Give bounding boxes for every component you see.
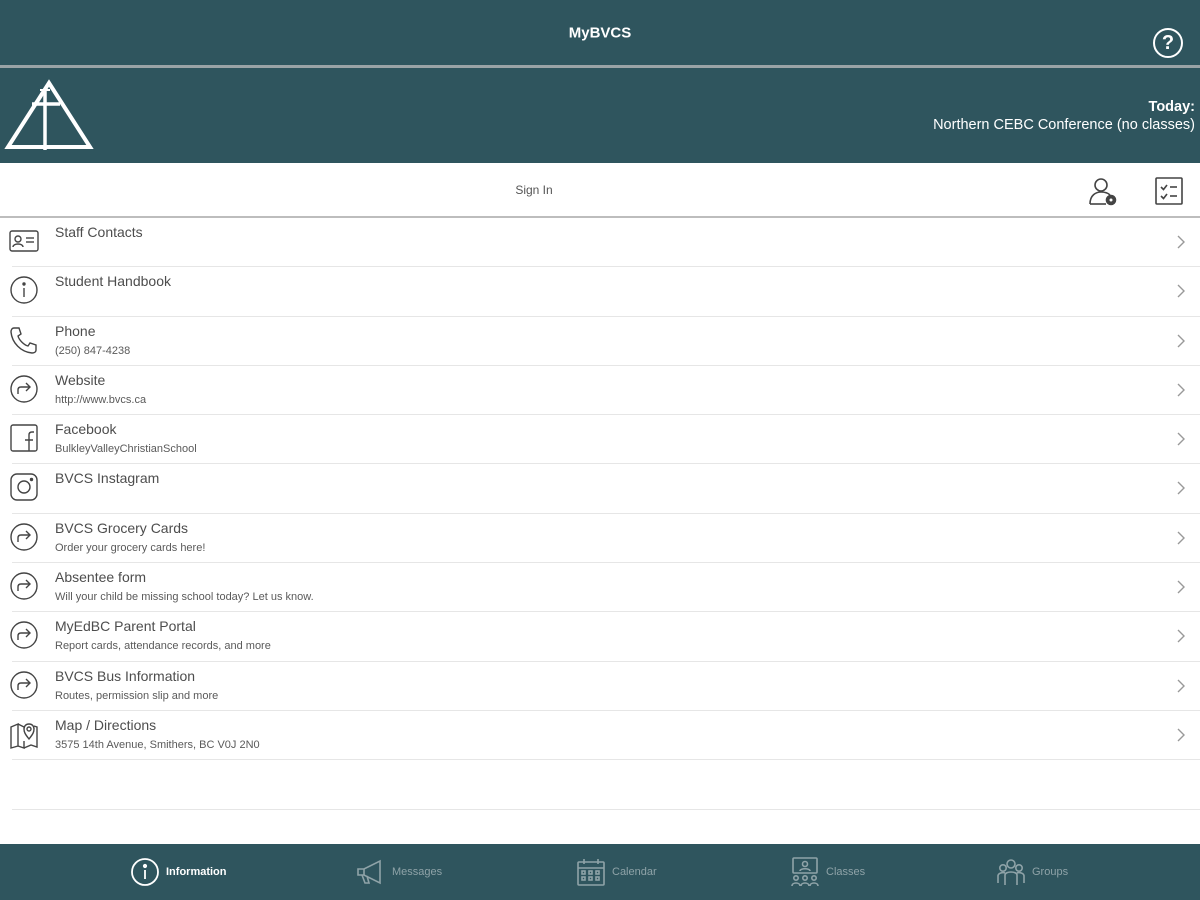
- classes-icon: [791, 857, 819, 887]
- chevron-right-icon: [1177, 629, 1185, 643]
- item-subtitle: (250) 847-4238: [55, 344, 131, 357]
- tab-groups[interactable]: Groups: [996, 844, 1068, 900]
- tab-information[interactable]: Information: [130, 844, 227, 900]
- chevron-right-icon: [1177, 235, 1185, 249]
- item-title: Student Handbook: [55, 273, 171, 290]
- item-title: Facebook: [55, 421, 117, 438]
- instagram-icon: [10, 473, 38, 502]
- chevron-right-icon: [1177, 580, 1185, 594]
- list-item-bus-information[interactable]: BVCS Bus Information Routes, permission …: [10, 662, 1200, 711]
- share-arrow-icon: [10, 670, 38, 699]
- info-circle-icon: [10, 276, 38, 304]
- sign-in-button[interactable]: Sign In: [0, 183, 1068, 197]
- empty-row: [12, 760, 1200, 810]
- today-info: Today: Northern CEBC Conference (no clas…: [933, 98, 1195, 134]
- list-item-facebook[interactable]: Facebook BulkleyValleyChristianSchool: [10, 415, 1200, 465]
- item-title: BVCS Grocery Cards: [55, 519, 189, 536]
- list-item-staff-contacts[interactable]: Staff Contacts: [9, 218, 1200, 268]
- tab-label: Groups: [1032, 866, 1069, 878]
- item-subtitle: Order your grocery cards here!: [55, 541, 206, 554]
- megaphone-icon: [357, 859, 381, 885]
- chevron-right-icon: [1177, 728, 1185, 742]
- list-item-website[interactable]: Website http://www.bvcs.ca: [10, 366, 1200, 416]
- tab-label: Information: [166, 866, 227, 878]
- share-arrow-icon: [10, 621, 38, 650]
- chevron-right-icon: [1177, 531, 1185, 545]
- list-item-grocery-cards[interactable]: BVCS Grocery Cards Order your grocery ca…: [10, 514, 1200, 564]
- list-item-student-handbook[interactable]: Student Handbook: [10, 267, 1200, 317]
- user-settings-icon[interactable]: [1087, 175, 1119, 207]
- chevron-right-icon: [1177, 284, 1185, 298]
- groups-icon: [997, 859, 1025, 885]
- chevron-right-icon: [1177, 432, 1185, 446]
- list-item-map-directions[interactable]: Map / Directions 3575 14th Avenue, Smith…: [10, 711, 1200, 761]
- tab-label: Messages: [392, 866, 443, 878]
- contact-card-icon: [9, 230, 39, 252]
- item-title: Website: [55, 371, 106, 388]
- tab-classes[interactable]: Classes: [790, 844, 865, 900]
- school-banner: Today: Northern CEBC Conference (no clas…: [0, 68, 1200, 163]
- today-label: Today:: [1148, 99, 1195, 115]
- item-subtitle: Report cards, attendance records, and mo…: [55, 640, 271, 653]
- item-subtitle: 3575 14th Avenue, Smithers, BC V0J 2N0: [55, 738, 260, 751]
- share-arrow-icon: [10, 375, 38, 403]
- chevron-right-icon: [1177, 334, 1185, 348]
- information-list: Staff Contacts Student Handbook Phone (2…: [0, 218, 1200, 810]
- item-title: Staff Contacts: [55, 224, 143, 240]
- title-bar: MyBVCS ?: [0, 0, 1200, 66]
- item-title: BVCS Bus Information: [55, 667, 196, 684]
- today-event: Northern CEBC Conference (no classes): [933, 117, 1195, 133]
- info-circle-icon: [131, 858, 159, 886]
- item-subtitle: Routes, permission slip and more: [55, 689, 219, 702]
- share-arrow-icon: [10, 572, 38, 600]
- chevron-right-icon: [1177, 679, 1185, 693]
- item-title: Absentee form: [55, 569, 147, 586]
- item-subtitle: BulkleyValleyChristianSchool: [55, 443, 197, 456]
- tab-label: Classes: [826, 866, 866, 878]
- item-title: Phone: [55, 322, 96, 339]
- item-subtitle: http://www.bvcs.ca: [55, 393, 147, 406]
- share-arrow-icon: [10, 523, 38, 551]
- item-title: MyEdBC Parent Portal: [55, 618, 196, 635]
- checklist-icon[interactable]: [1153, 175, 1185, 207]
- map-pin-icon: [10, 722, 38, 749]
- item-title: BVCS Instagram: [55, 470, 160, 487]
- tab-calendar[interactable]: Calendar: [576, 844, 657, 900]
- school-logo: [4, 79, 94, 150]
- tab-label: Calendar: [612, 866, 657, 878]
- item-subtitle: Will your child be missing school today?…: [55, 591, 314, 604]
- sign-in-bar: Sign In: [0, 163, 1200, 218]
- facebook-icon: [10, 424, 38, 452]
- list-item-parent-portal[interactable]: MyEdBC Parent Portal Report cards, atten…: [10, 612, 1200, 662]
- calendar-icon: [577, 859, 605, 886]
- chevron-right-icon: [1177, 383, 1185, 397]
- item-title: Map / Directions: [55, 716, 157, 733]
- help-circle-icon[interactable]: ?: [1153, 28, 1183, 58]
- chevron-right-icon: [1177, 481, 1185, 495]
- list-item-instagram[interactable]: BVCS Instagram: [10, 464, 1200, 514]
- list-item-phone[interactable]: Phone (250) 847-4238: [10, 317, 1200, 366]
- bottom-tab-bar: Information Messages Calendar Classes Gr…: [0, 844, 1200, 900]
- tab-messages[interactable]: Messages: [356, 844, 442, 900]
- list-item-absentee-form[interactable]: Absentee form Will your child be missing…: [10, 563, 1200, 613]
- app-title: MyBVCS: [568, 24, 632, 42]
- phone-icon: [10, 326, 37, 354]
